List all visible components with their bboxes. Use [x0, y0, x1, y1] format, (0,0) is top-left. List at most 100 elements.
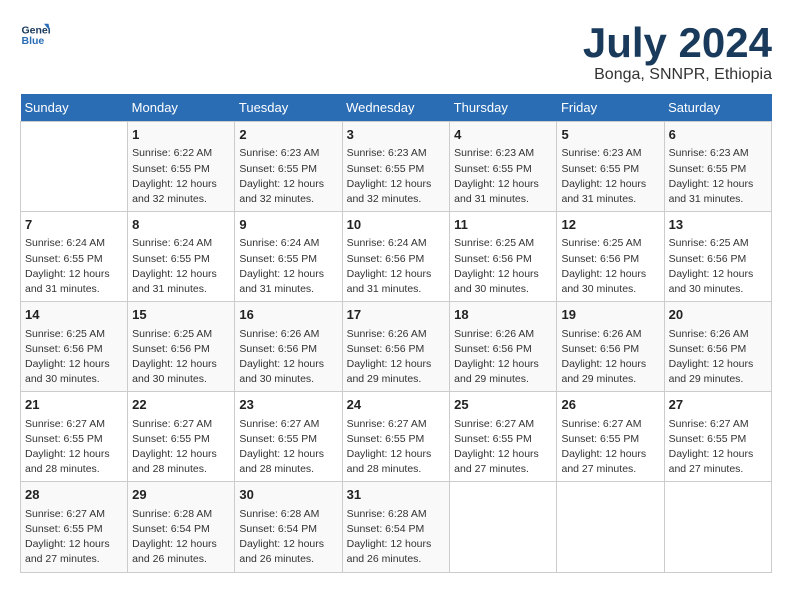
- day-info: Sunrise: 6:24 AM Sunset: 6:56 PM Dayligh…: [347, 236, 446, 297]
- day-info: Sunrise: 6:27 AM Sunset: 6:55 PM Dayligh…: [132, 417, 230, 478]
- calendar-cell: 22 Sunrise: 6:27 AM Sunset: 6:55 PM Dayli…: [128, 392, 235, 482]
- day-info: Sunrise: 6:26 AM Sunset: 6:56 PM Dayligh…: [561, 327, 659, 388]
- calendar-cell: [557, 482, 664, 572]
- day-info: Sunrise: 6:27 AM Sunset: 6:55 PM Dayligh…: [454, 417, 552, 478]
- day-number: 16: [239, 306, 337, 324]
- day-info: Sunrise: 6:27 AM Sunset: 6:55 PM Dayligh…: [669, 417, 767, 478]
- calendar-cell: 27 Sunrise: 6:27 AM Sunset: 6:55 PM Dayli…: [664, 392, 771, 482]
- calendar-body: 1 Sunrise: 6:22 AM Sunset: 6:55 PM Daylig…: [21, 122, 772, 572]
- day-number: 31: [347, 486, 446, 504]
- day-info: Sunrise: 6:28 AM Sunset: 6:54 PM Dayligh…: [347, 507, 446, 568]
- day-number: 18: [454, 306, 552, 324]
- calendar-week-row: 7 Sunrise: 6:24 AM Sunset: 6:55 PM Daylig…: [21, 212, 772, 302]
- day-number: 30: [239, 486, 337, 504]
- calendar-cell: 15 Sunrise: 6:25 AM Sunset: 6:56 PM Dayli…: [128, 302, 235, 392]
- calendar-cell: [664, 482, 771, 572]
- day-number: 11: [454, 216, 552, 234]
- calendar-cell: 4 Sunrise: 6:23 AM Sunset: 6:55 PM Daylig…: [450, 122, 557, 212]
- calendar-cell: 8 Sunrise: 6:24 AM Sunset: 6:55 PM Daylig…: [128, 212, 235, 302]
- calendar-cell: 9 Sunrise: 6:24 AM Sunset: 6:55 PM Daylig…: [235, 212, 342, 302]
- calendar-cell: 11Sunrise: 6:25 AM Sunset: 6:56 PM Dayli…: [450, 212, 557, 302]
- day-number: 2: [239, 126, 337, 144]
- day-info: Sunrise: 6:25 AM Sunset: 6:56 PM Dayligh…: [132, 327, 230, 388]
- calendar-cell: 13 Sunrise: 6:25 AM Sunset: 6:56 PM Dayli…: [664, 212, 771, 302]
- day-info: Sunrise: 6:23 AM Sunset: 6:55 PM Dayligh…: [454, 146, 552, 207]
- day-number: 7: [25, 216, 123, 234]
- day-number: 8: [132, 216, 230, 234]
- calendar-cell: 17 Sunrise: 6:26 AM Sunset: 6:56 PM Dayli…: [342, 302, 450, 392]
- weekday-header-tuesday: Tuesday: [235, 94, 342, 122]
- day-info: Sunrise: 6:23 AM Sunset: 6:55 PM Dayligh…: [239, 146, 337, 207]
- calendar-cell: 3 Sunrise: 6:23 AM Sunset: 6:55 PM Daylig…: [342, 122, 450, 212]
- calendar-cell: 12 Sunrise: 6:25 AM Sunset: 6:56 PM Dayli…: [557, 212, 664, 302]
- month-title: July 2024: [583, 20, 772, 66]
- calendar-cell: 31 Sunrise: 6:28 AM Sunset: 6:54 PM Dayli…: [342, 482, 450, 572]
- day-number: 21: [25, 396, 123, 414]
- day-info: Sunrise: 6:27 AM Sunset: 6:55 PM Dayligh…: [25, 417, 123, 478]
- calendar-cell: 10Sunrise: 6:24 AM Sunset: 6:56 PM Dayli…: [342, 212, 450, 302]
- calendar-cell: 2 Sunrise: 6:23 AM Sunset: 6:55 PM Daylig…: [235, 122, 342, 212]
- weekday-header-row: SundayMondayTuesdayWednesdayThursdayFrid…: [21, 94, 772, 122]
- day-number: 27: [669, 396, 767, 414]
- day-info: Sunrise: 6:28 AM Sunset: 6:54 PM Dayligh…: [239, 507, 337, 568]
- day-number: 15: [132, 306, 230, 324]
- weekday-header-thursday: Thursday: [450, 94, 557, 122]
- day-number: 25: [454, 396, 552, 414]
- weekday-header-sunday: Sunday: [21, 94, 128, 122]
- day-info: Sunrise: 6:26 AM Sunset: 6:56 PM Dayligh…: [454, 327, 552, 388]
- title-block: July 2024 Bonga, SNNPR, Ethiopia: [583, 20, 772, 84]
- day-info: Sunrise: 6:26 AM Sunset: 6:56 PM Dayligh…: [239, 327, 337, 388]
- day-number: 26: [561, 396, 659, 414]
- day-number: 17: [347, 306, 446, 324]
- day-info: Sunrise: 6:25 AM Sunset: 6:56 PM Dayligh…: [25, 327, 123, 388]
- day-info: Sunrise: 6:23 AM Sunset: 6:55 PM Dayligh…: [669, 146, 767, 207]
- day-info: Sunrise: 6:26 AM Sunset: 6:56 PM Dayligh…: [347, 327, 446, 388]
- day-number: 1: [132, 126, 230, 144]
- page-header: General Blue July 2024 Bonga, SNNPR, Eth…: [20, 20, 772, 84]
- day-info: Sunrise: 6:25 AM Sunset: 6:56 PM Dayligh…: [561, 236, 659, 297]
- day-number: 19: [561, 306, 659, 324]
- calendar-cell: 16 Sunrise: 6:26 AM Sunset: 6:56 PM Dayli…: [235, 302, 342, 392]
- calendar-cell: 7 Sunrise: 6:24 AM Sunset: 6:55 PM Daylig…: [21, 212, 128, 302]
- calendar-cell: 20Sunrise: 6:26 AM Sunset: 6:56 PM Dayli…: [664, 302, 771, 392]
- calendar-cell: [450, 482, 557, 572]
- day-number: 6: [669, 126, 767, 144]
- day-info: Sunrise: 6:27 AM Sunset: 6:55 PM Dayligh…: [561, 417, 659, 478]
- calendar-cell: 18 Sunrise: 6:26 AM Sunset: 6:56 PM Dayli…: [450, 302, 557, 392]
- day-number: 13: [669, 216, 767, 234]
- weekday-header-friday: Friday: [557, 94, 664, 122]
- calendar-table: SundayMondayTuesdayWednesdayThursdayFrid…: [20, 94, 772, 572]
- logo: General Blue: [20, 20, 50, 50]
- calendar-cell: 19 Sunrise: 6:26 AM Sunset: 6:56 PM Dayli…: [557, 302, 664, 392]
- calendar-cell: 23Sunrise: 6:27 AM Sunset: 6:55 PM Dayli…: [235, 392, 342, 482]
- calendar-week-row: 21 Sunrise: 6:27 AM Sunset: 6:55 PM Dayli…: [21, 392, 772, 482]
- calendar-cell: 6 Sunrise: 6:23 AM Sunset: 6:55 PM Daylig…: [664, 122, 771, 212]
- calendar-cell: 1 Sunrise: 6:22 AM Sunset: 6:55 PM Daylig…: [128, 122, 235, 212]
- day-info: Sunrise: 6:27 AM Sunset: 6:55 PM Dayligh…: [239, 417, 337, 478]
- day-number: 22: [132, 396, 230, 414]
- day-info: Sunrise: 6:24 AM Sunset: 6:55 PM Dayligh…: [132, 236, 230, 297]
- day-info: Sunrise: 6:22 AM Sunset: 6:55 PM Dayligh…: [132, 146, 230, 207]
- day-info: Sunrise: 6:23 AM Sunset: 6:55 PM Dayligh…: [347, 146, 446, 207]
- calendar-week-row: 14 Sunrise: 6:25 AM Sunset: 6:56 PM Dayli…: [21, 302, 772, 392]
- weekday-header-monday: Monday: [128, 94, 235, 122]
- day-info: Sunrise: 6:28 AM Sunset: 6:54 PM Dayligh…: [132, 507, 230, 568]
- calendar-cell: 5Sunrise: 6:23 AM Sunset: 6:55 PM Daylig…: [557, 122, 664, 212]
- day-info: Sunrise: 6:24 AM Sunset: 6:55 PM Dayligh…: [239, 236, 337, 297]
- day-number: 12: [561, 216, 659, 234]
- logo-icon: General Blue: [20, 20, 50, 50]
- calendar-week-row: 1 Sunrise: 6:22 AM Sunset: 6:55 PM Daylig…: [21, 122, 772, 212]
- day-number: 9: [239, 216, 337, 234]
- calendar-cell: 29Sunrise: 6:28 AM Sunset: 6:54 PM Dayli…: [128, 482, 235, 572]
- day-number: 14: [25, 306, 123, 324]
- day-number: 4: [454, 126, 552, 144]
- day-info: Sunrise: 6:25 AM Sunset: 6:56 PM Dayligh…: [669, 236, 767, 297]
- calendar-cell: 28Sunrise: 6:27 AM Sunset: 6:55 PM Dayli…: [21, 482, 128, 572]
- day-info: Sunrise: 6:24 AM Sunset: 6:55 PM Dayligh…: [25, 236, 123, 297]
- day-number: 24: [347, 396, 446, 414]
- day-number: 28: [25, 486, 123, 504]
- calendar-header: SundayMondayTuesdayWednesdayThursdayFrid…: [21, 94, 772, 122]
- calendar-cell: 21 Sunrise: 6:27 AM Sunset: 6:55 PM Dayli…: [21, 392, 128, 482]
- day-number: 3: [347, 126, 446, 144]
- calendar-cell: 25 Sunrise: 6:27 AM Sunset: 6:55 PM Dayli…: [450, 392, 557, 482]
